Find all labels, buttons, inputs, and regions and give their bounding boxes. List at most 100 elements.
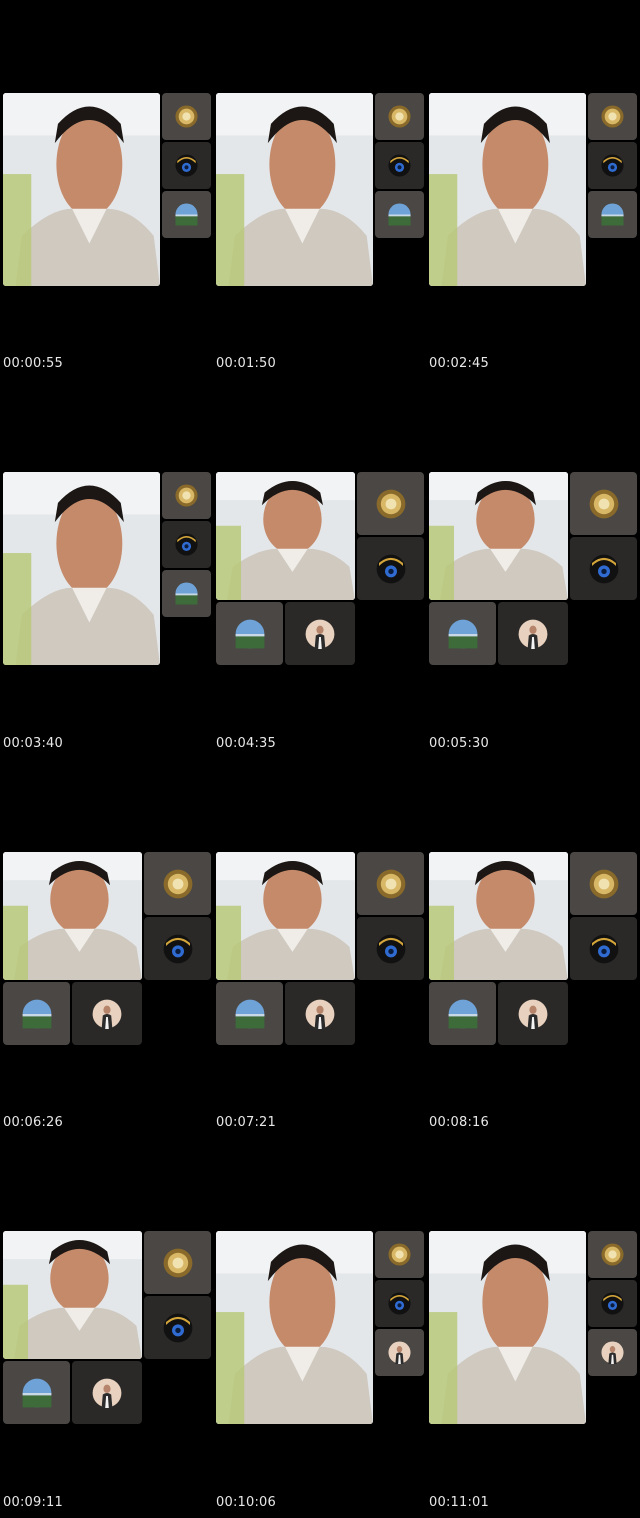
person-avatar — [92, 1378, 122, 1408]
participant-tile[interactable] — [144, 917, 211, 980]
landscape-avatar — [22, 999, 52, 1029]
participant-tile[interactable] — [162, 472, 211, 519]
video-frame — [3, 1231, 213, 1425]
main-video-tile[interactable] — [216, 1231, 373, 1424]
participant-tile[interactable] — [144, 1231, 211, 1294]
camera-icon — [163, 934, 193, 964]
person-icon — [518, 999, 548, 1029]
main-video-tile[interactable] — [3, 1231, 142, 1359]
participant-tile[interactable] — [588, 93, 637, 140]
landscape-icon — [175, 582, 198, 605]
landscape-icon — [235, 999, 265, 1029]
participant-tile[interactable] — [375, 93, 424, 140]
participant-tile[interactable] — [375, 191, 424, 238]
participant-tile[interactable] — [285, 982, 355, 1045]
landscape-icon — [448, 999, 478, 1029]
participant-tile[interactable] — [285, 602, 355, 665]
participant-tile[interactable] — [162, 93, 211, 140]
main-video-tile[interactable] — [3, 93, 160, 286]
main-video-tile[interactable] — [3, 852, 142, 980]
participant-tile[interactable] — [357, 537, 424, 600]
participant-tile[interactable] — [357, 472, 424, 535]
person-icon — [518, 619, 548, 649]
frame-timestamp: 00:07:21 — [216, 1115, 276, 1130]
participant-tile[interactable] — [588, 191, 637, 238]
gold-seal-avatar — [163, 869, 193, 899]
camera-icon — [175, 154, 198, 177]
participant-tile[interactable] — [570, 537, 637, 600]
frame-timestamp: 00:06:26 — [3, 1115, 63, 1130]
camera-avatar — [163, 934, 193, 964]
participant-tile[interactable] — [570, 917, 637, 980]
participant-tile[interactable] — [144, 852, 211, 915]
gold-seal-avatar — [163, 1248, 193, 1278]
participant-tile[interactable] — [72, 1361, 142, 1424]
camera-avatar — [175, 533, 198, 556]
participant-tile[interactable] — [357, 852, 424, 915]
gold-seal-icon — [589, 489, 619, 519]
main-video-tile[interactable] — [216, 852, 355, 980]
main-video-tile[interactable] — [429, 1231, 586, 1424]
participant-tile[interactable] — [588, 1231, 637, 1278]
participant-tile[interactable] — [216, 982, 283, 1045]
gold-seal-avatar — [376, 489, 406, 519]
video-person-illustration — [429, 852, 568, 980]
main-video-tile[interactable] — [429, 472, 568, 600]
video-person-illustration — [3, 472, 160, 665]
participant-tile[interactable] — [3, 1361, 70, 1424]
frame-timestamp: 00:02:45 — [429, 356, 489, 371]
gold-seal-avatar — [175, 484, 198, 507]
gold-seal-avatar — [601, 105, 624, 128]
gold-seal-icon — [163, 869, 193, 899]
participant-tile[interactable] — [357, 917, 424, 980]
video-frame — [216, 93, 426, 287]
main-video-tile[interactable] — [429, 93, 586, 286]
participant-tile[interactable] — [498, 982, 568, 1045]
participant-tile[interactable] — [375, 1329, 424, 1376]
main-video-tile[interactable] — [216, 93, 373, 286]
landscape-avatar — [448, 999, 478, 1029]
landscape-avatar — [22, 1378, 52, 1408]
gold-seal-avatar — [388, 105, 411, 128]
camera-icon — [388, 154, 411, 177]
participant-tile[interactable] — [3, 982, 70, 1045]
participant-tile[interactable] — [162, 142, 211, 189]
landscape-icon — [22, 999, 52, 1029]
camera-avatar — [376, 934, 406, 964]
camera-avatar — [376, 554, 406, 584]
person-avatar — [305, 619, 335, 649]
video-person-illustration — [216, 472, 355, 600]
participant-tile[interactable] — [588, 142, 637, 189]
participant-tile[interactable] — [498, 602, 568, 665]
participant-tile[interactable] — [375, 142, 424, 189]
camera-avatar — [175, 154, 198, 177]
participant-tile[interactable] — [375, 1231, 424, 1278]
participant-tile[interactable] — [570, 852, 637, 915]
participant-tile[interactable] — [216, 602, 283, 665]
camera-icon — [376, 934, 406, 964]
participant-tile[interactable] — [588, 1329, 637, 1376]
participant-tile[interactable] — [429, 982, 496, 1045]
participant-tile[interactable] — [144, 1296, 211, 1359]
participant-tile[interactable] — [162, 191, 211, 238]
participant-tile[interactable] — [375, 1280, 424, 1327]
participant-tile[interactable] — [429, 602, 496, 665]
participant-tile[interactable] — [162, 521, 211, 568]
participant-tile[interactable] — [72, 982, 142, 1045]
video-frame — [429, 1231, 639, 1425]
participant-tile[interactable] — [588, 1280, 637, 1327]
main-video-tile[interactable] — [429, 852, 568, 980]
main-video-tile[interactable] — [3, 472, 160, 665]
frame-timestamp: 00:00:55 — [3, 356, 63, 371]
gold-seal-avatar — [589, 869, 619, 899]
landscape-icon — [601, 203, 624, 226]
frame-timestamp: 00:11:01 — [429, 1495, 489, 1510]
landscape-avatar — [601, 203, 624, 226]
landscape-icon — [235, 619, 265, 649]
main-video-tile[interactable] — [216, 472, 355, 600]
video-person-illustration — [3, 93, 160, 286]
participant-tile[interactable] — [570, 472, 637, 535]
person-avatar — [92, 999, 122, 1029]
participant-tile[interactable] — [162, 570, 211, 617]
person-icon — [92, 1378, 122, 1408]
